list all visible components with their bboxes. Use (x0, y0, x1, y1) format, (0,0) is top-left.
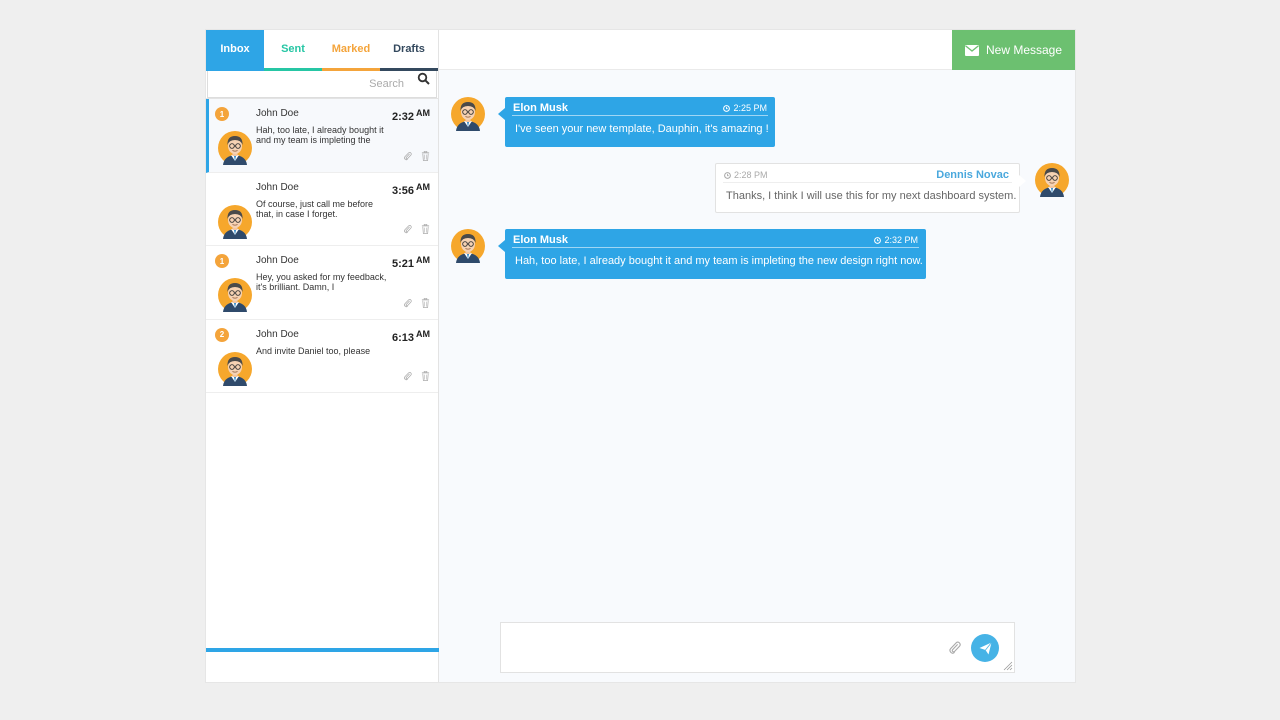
sender-name: John Doe (256, 255, 299, 266)
message-item[interactable]: 1 John Doe 5:21 AM Hey, you asked for my … (206, 246, 438, 320)
avatar (451, 97, 485, 131)
avatar (451, 229, 485, 263)
time-value: 2:32 (391, 111, 414, 123)
new-message-button[interactable]: New Message (952, 30, 1075, 70)
avatar (218, 205, 252, 239)
message-preview: Of course, just call me before that, in … (256, 198, 374, 219)
message-preview: Hah, too late, I already bought it and m… (256, 125, 384, 145)
bubble-sender: Dennis Novac (936, 169, 1009, 181)
bubble-text: Thanks, I think I will use this for my n… (726, 190, 1017, 202)
sender-name: John Doe (256, 328, 299, 340)
new-message-label: New Message (985, 43, 1063, 57)
bubble-text: Hah, too late, I already bought it and m… (515, 255, 923, 267)
send-button[interactable] (971, 634, 999, 662)
bubble-sender: Elon Musk (513, 234, 569, 246)
resize-handle[interactable] (1003, 661, 1013, 671)
mailbox-tabs: Inbox Sent Marked Drafts (206, 30, 438, 71)
trash-icon[interactable] (421, 224, 430, 234)
message-actions (403, 371, 430, 381)
bubble-time-text: 2:25 PM (733, 103, 767, 113)
message-item[interactable]: 2 John Doe 6:13 AM And invite Daniel too,… (206, 319, 438, 393)
message-time: 5:21 AM (392, 255, 430, 270)
message-composer (500, 622, 1015, 673)
message-actions (403, 224, 430, 234)
bubble-time-text: 2:32 PM (884, 235, 918, 245)
paperclip-icon[interactable] (403, 371, 412, 381)
sender-name: John Doe (256, 108, 299, 119)
unread-badge: 1 (215, 107, 229, 121)
conversation-panel: New Message Elon Musk 2:25 PM I've seen … (439, 30, 1075, 682)
avatar (218, 352, 252, 386)
search-input[interactable] (208, 71, 436, 97)
sender-name: John Doe (256, 181, 299, 193)
bubble-time: 2:25 PM (723, 103, 767, 113)
time-ampm: AM (416, 255, 430, 265)
mail-app: Inbox Sent Marked Drafts 1 John Doe 2:32… (205, 29, 1076, 683)
trash-icon[interactable] (421, 371, 430, 381)
chat-thread: Elon Musk 2:25 PM I've seen your new tem… (439, 70, 1075, 610)
paperclip-icon[interactable] (403, 298, 412, 308)
message-item[interactable]: John Doe 3:56 AM Of course, just call me … (206, 172, 438, 246)
envelope-icon (964, 44, 979, 56)
paperclip-icon[interactable] (403, 224, 412, 234)
message-list: 1 John Doe 2:32 AM Hah, too late, I alrea… (206, 98, 438, 393)
chat-bubble-outgoing: 2:28 PM Dennis Novac Thanks, I think I w… (715, 163, 1026, 213)
unread-badge: 2 (215, 327, 229, 342)
tab-marked[interactable]: Marked (322, 30, 380, 71)
bubble-header: 2:28 PM Dennis Novac (723, 164, 1012, 183)
bubble-header: Elon Musk 2:25 PM (512, 97, 768, 116)
time-ampm: AM (416, 328, 430, 339)
search-box (207, 71, 437, 98)
clock-icon (874, 237, 881, 244)
search-icon[interactable] (417, 72, 431, 86)
avatar (1035, 163, 1069, 197)
avatar (218, 131, 252, 165)
time-ampm: AM (416, 181, 430, 192)
clock-icon (724, 172, 731, 179)
time-value: 3:56 (391, 184, 414, 197)
tab-inbox[interactable]: Inbox (206, 30, 264, 71)
message-time: 3:56 AM (392, 182, 430, 197)
bubble-time: 2:32 PM (874, 235, 918, 245)
tab-drafts[interactable]: Drafts (380, 30, 438, 71)
message-list-panel: Inbox Sent Marked Drafts 1 John Doe 2:32… (206, 30, 439, 682)
bubble-time-text: 2:28 PM (734, 170, 768, 180)
unread-badge: 1 (215, 254, 229, 268)
avatar (218, 278, 252, 312)
list-footer-bar (206, 648, 439, 652)
message-time: 2:32 AM (392, 108, 430, 123)
bubble-header: Elon Musk 2:32 PM (512, 229, 919, 248)
conversation-header: New Message (439, 30, 1075, 70)
time-ampm: AM (416, 108, 430, 118)
paperclip-icon[interactable] (403, 151, 412, 161)
bubble-time: 2:28 PM (724, 170, 768, 180)
message-actions (403, 151, 430, 161)
paperclip-icon[interactable] (948, 640, 961, 655)
time-value: 6:13 (391, 331, 414, 344)
tab-sent[interactable]: Sent (264, 30, 322, 71)
time-value: 5:21 (391, 258, 414, 270)
message-actions (403, 298, 430, 308)
message-preview: And invite Daniel too, please (256, 345, 371, 356)
message-time: 6:13 AM (392, 329, 430, 344)
message-preview: Hey, you asked for my feedback, it's bri… (256, 272, 387, 292)
message-item[interactable]: 1 John Doe 2:32 AM Hah, too late, I alrea… (206, 99, 438, 173)
send-icon (979, 641, 992, 654)
trash-icon[interactable] (421, 298, 430, 308)
chat-bubble-incoming: Elon Musk 2:32 PM Hah, too late, I alrea… (498, 229, 926, 279)
trash-icon[interactable] (421, 151, 430, 161)
clock-icon (723, 105, 730, 112)
bubble-sender: Elon Musk (513, 102, 569, 114)
chat-bubble-incoming: Elon Musk 2:25 PM I've seen your new tem… (498, 97, 775, 147)
message-input[interactable] (501, 623, 1014, 672)
bubble-text: I've seen your new template, Dauphin, it… (515, 123, 769, 135)
